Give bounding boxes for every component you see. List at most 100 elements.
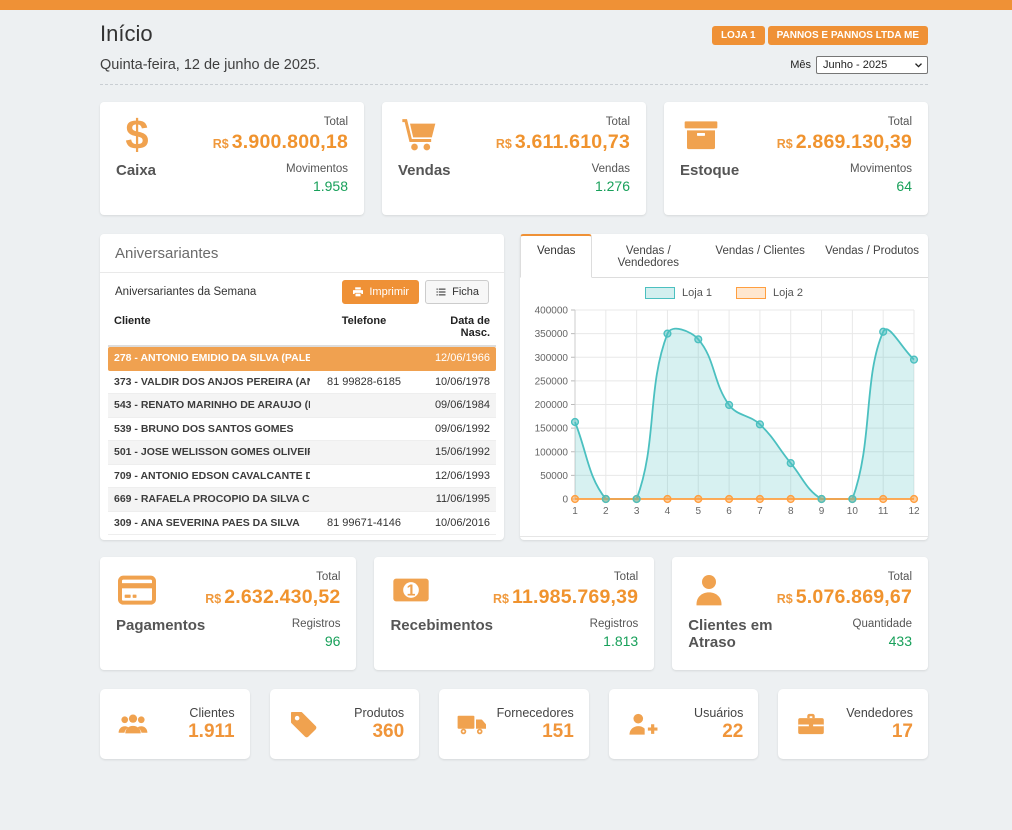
birthday-row[interactable]: 309 - ANA SEVERINA PAES DA SILVA 81 9967… [108,512,496,536]
birthday-client: 501 - JOSE WELISSON GOMES OLIVEIR... [114,446,310,458]
top-bar [0,0,1012,10]
chart-tab[interactable]: Vendas / Clientes [704,234,816,277]
summary-cards-bottom: Pagamentos Total R$2.632.430,52 Registro… [100,557,928,670]
metric-label: Quantidade [777,617,912,632]
legend-swatch [645,287,675,299]
summary-card-left: Clientes em Atraso [688,570,777,660]
ficha-button[interactable]: Ficha [425,280,489,304]
stat-card: Fornecedores 151 [439,689,589,759]
company-button[interactable]: PANNOS E PANNOS LTDA ME [768,26,928,45]
total-value: 2.632.430,52 [224,586,340,608]
birthdays-table-header: Cliente Telefone Data de Nasc. [108,310,496,347]
total-value-line: R$5.076.869,67 [777,585,912,612]
total-value: 11.985.769,39 [512,586,638,608]
svg-text:300000: 300000 [535,353,569,364]
stat-value: 1.911 [188,721,235,743]
summary-card-left: $ Caixa [116,115,158,205]
month-select-value: Junho - 2025 [823,59,887,71]
birthday-date: 11/06/1995 [418,493,490,505]
total-label: Total [777,570,912,585]
money-icon: 1 [390,570,432,610]
summary-card-label: Caixa [116,162,158,179]
birthday-row[interactable]: 539 - BRUNO DOS SANTOS GOMES 09/06/1992 [108,418,496,442]
briefcase-icon [793,708,829,740]
credit-card-icon [116,570,158,610]
sales-chart-svg: 0500001000001500002000002500003000003500… [528,301,920,531]
birthday-row[interactable]: 543 - RENATO MARINHO DE ARAUJO (F... 09/… [108,394,496,418]
chart-panel-footer [520,536,928,540]
stat-card: Usuários 22 [609,689,759,759]
person-icon [688,570,730,610]
total-value: 5.076.869,67 [796,586,912,608]
metric-value: 1.813 [493,632,638,651]
birthdays-panel: Aniversariantes Aniversariantes da Seman… [100,234,504,540]
birthdays-subtitle: Aniversariantes da Semana [115,286,256,298]
summary-card-left: Pagamentos [116,570,205,660]
metric-value: 96 [205,632,340,651]
birthday-date: 09/06/1992 [418,423,490,435]
summary-card: Vendas Total R$3.611.610,73 Vendas 1.276 [382,102,646,215]
birthday-client: 373 - VALDIR DOS ANJOS PEREIRA (AN... [114,376,310,388]
summary-card: Pagamentos Total R$2.632.430,52 Registro… [100,557,356,670]
birthday-row[interactable]: 373 - VALDIR DOS ANJOS PEREIRA (AN... 81… [108,371,496,395]
cart-icon [398,115,440,155]
legend-item[interactable]: Loja 1 [645,287,712,299]
summary-card-left: Vendas [398,115,451,205]
birthday-row[interactable]: 278 - ANTONIO EMIDIO DA SILVA (PALE... 1… [108,347,496,371]
summary-card-values: Total R$3.611.610,73 Vendas 1.276 [496,115,630,205]
summary-card-label: Estoque [680,162,739,179]
panels-row: Aniversariantes Aniversariantes da Seman… [100,234,928,540]
metric-value: 1.958 [213,177,348,196]
column-header-birthdate: Data de Nasc. [418,315,490,339]
store-button[interactable]: LOJA 1 [712,26,765,45]
birthdays-subheader: Aniversariantes da Semana Imprimir Ficha [100,273,504,310]
birthdays-table: Cliente Telefone Data de Nasc. 278 - ANT… [108,310,496,535]
currency-prefix: R$ [213,137,229,151]
month-select[interactable]: Junho - 2025 [816,56,928,74]
birthday-client: 278 - ANTONIO EMIDIO DA SILVA (PALE... [114,352,310,364]
total-value-line: R$3.611.610,73 [496,130,630,157]
birthday-date: 09/06/1984 [418,399,490,411]
stat-card-values: Clientes 1.911 [188,706,235,743]
summary-card-label: Pagamentos [116,617,205,634]
chart-tab[interactable]: Vendas / Produtos [816,234,928,277]
truck-icon [454,708,490,740]
current-date: Quinta-feira, 12 de junho de 2025. [100,57,320,73]
print-button[interactable]: Imprimir [342,280,419,304]
month-label: Mês [790,59,811,71]
total-value-line: R$2.632.430,52 [205,585,340,612]
summary-cards-top: $ Caixa Total R$3.900.800,18 Movimentos … [100,102,928,215]
svg-text:$: $ [125,115,148,155]
legend-item[interactable]: Loja 2 [736,287,803,299]
chart-tab[interactable]: Vendas / Vendedores [592,234,704,277]
dashboard-page: Início LOJA 1 PANNOS E PANNOS LTDA ME Qu… [100,10,928,759]
page-title: Início [100,21,153,47]
birthday-date: 12/06/1966 [418,352,490,364]
svg-text:7: 7 [757,506,763,517]
total-label: Total [777,115,912,130]
metric-label: Vendas [496,162,630,177]
metric-label: Registros [205,617,340,632]
summary-card-values: Total R$2.869.130,39 Movimentos 64 [777,115,912,205]
people-icon [115,708,151,740]
birthday-row[interactable]: 669 - RAFAELA PROCOPIO DA SILVA CA... 11… [108,488,496,512]
summary-card-left: Estoque [680,115,739,205]
birthday-client: 539 - BRUNO DOS SANTOS GOMES [114,423,310,435]
user-plus-icon [624,708,660,740]
stat-card: Vendedores 17 [778,689,928,759]
svg-text:1: 1 [572,506,578,517]
box-icon [680,115,722,155]
birthday-row[interactable]: 709 - ANTONIO EDSON CAVALCANTE D... 12/0… [108,465,496,489]
tag-icon [285,708,321,740]
summary-card-label: Recebimentos [390,617,493,634]
svg-text:4: 4 [665,506,671,517]
stat-card-values: Produtos 360 [354,706,404,743]
svg-text:2: 2 [603,506,609,517]
svg-text:10: 10 [847,506,859,517]
birthday-row[interactable]: 501 - JOSE WELISSON GOMES OLIVEIR... 15/… [108,441,496,465]
stat-value: 151 [497,721,574,743]
summary-card-values: Total R$2.632.430,52 Registros 96 [205,570,340,660]
chart-tab[interactable]: Vendas [520,234,592,278]
stat-card-values: Fornecedores 151 [497,706,574,743]
svg-text:6: 6 [726,506,732,517]
